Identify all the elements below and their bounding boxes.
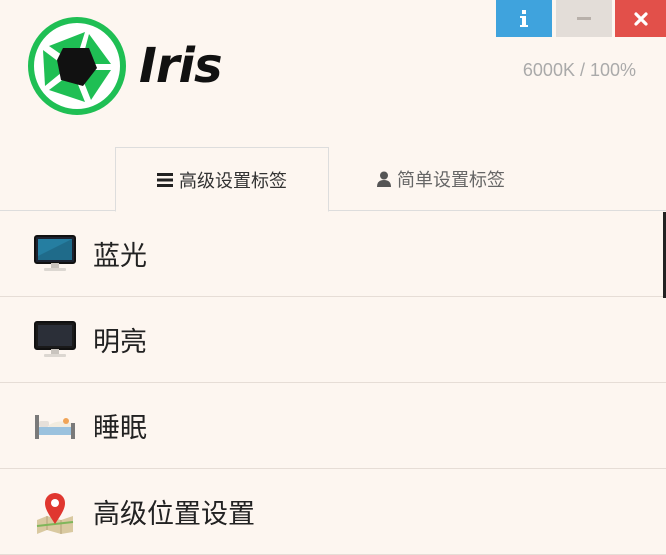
bed-icon: [33, 404, 77, 448]
map-pin-icon: [33, 490, 77, 534]
monitor-dark-icon: [33, 318, 77, 362]
app-name: Iris: [139, 38, 223, 94]
tab-simple-settings[interactable]: 简单设置标签: [330, 147, 552, 211]
menu-item-brightness[interactable]: 明亮: [0, 297, 666, 383]
info-button[interactable]: [496, 0, 552, 37]
menu-item-blue-light[interactable]: 蓝光: [0, 211, 666, 297]
monitor-blue-icon: [33, 232, 77, 276]
tab-label: 简单设置标签: [397, 170, 505, 191]
menu-item-label: 睡眠: [93, 413, 147, 444]
info-icon: [520, 9, 528, 27]
settings-tabs: 高级设置标签 简单设置标签: [0, 147, 666, 212]
close-icon: [633, 11, 648, 26]
user-icon: [377, 171, 391, 187]
menu-item-label: 高级位置设置: [93, 499, 255, 530]
bars-icon: [157, 172, 173, 187]
menu-item-label: 蓝光: [93, 241, 147, 272]
color-temperature-readout: 6000K / 100%: [522, 60, 636, 80]
app-logo: Iris: [27, 16, 223, 116]
menu-item-label: 明亮: [93, 327, 147, 358]
menu-item-advanced-location[interactable]: 高级位置设置: [0, 469, 666, 555]
tab-label: 高级设置标签: [179, 170, 287, 192]
minimize-button[interactable]: [556, 0, 612, 37]
menu-item-sleep[interactable]: 睡眠: [0, 383, 666, 469]
minimize-icon: [577, 16, 591, 20]
close-button[interactable]: [615, 0, 666, 37]
tab-advanced-settings[interactable]: 高级设置标签: [115, 147, 329, 212]
settings-menu: 蓝光 明亮 睡眠 高级位置设置: [0, 211, 666, 555]
aperture-icon: [28, 17, 126, 115]
